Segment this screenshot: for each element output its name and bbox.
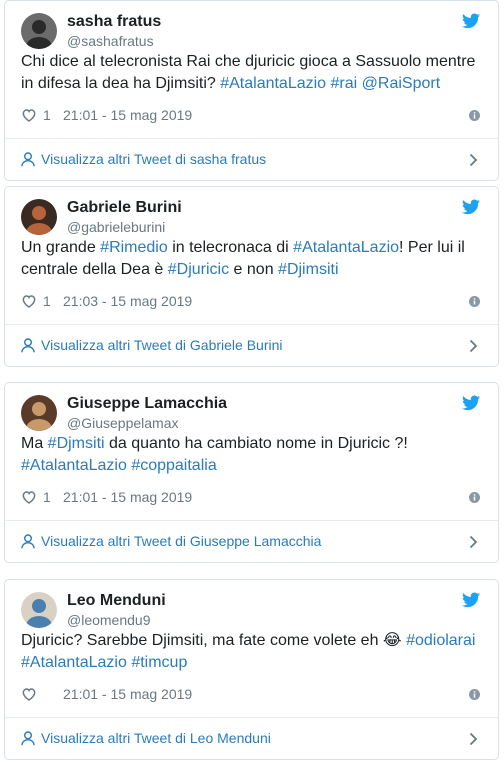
tweet-text-segment: e non (229, 261, 279, 278)
avatar[interactable] (21, 199, 57, 235)
tweet-meta: 1 21:01 - 15 mag 2019 (21, 105, 482, 125)
info-icon[interactable] (469, 296, 480, 307)
info-icon[interactable] (469, 492, 480, 503)
hashtag-link[interactable]: #Djimsiti (278, 261, 338, 278)
like-count[interactable]: 1 (43, 105, 51, 125)
tweet-meta: 1 21:01 - 15 mag 2019 (21, 487, 482, 507)
tweet-card[interactable]: Leo Menduni @leomendu9 Djuricic? Sarebbe… (4, 579, 499, 760)
twitter-bird-icon[interactable] (462, 199, 480, 215)
view-more-tweets-link[interactable]: Visualizza altri Tweet di Giuseppe Lamac… (5, 520, 498, 562)
person-icon (21, 534, 35, 549)
tweet-text: Djuricic? Sarebbe Djimsiti, ma fate come… (21, 630, 482, 674)
avatar[interactable] (21, 13, 57, 49)
tweet-text-segment: in telecronaca di (167, 239, 294, 256)
tweet-meta: 21:01 - 15 mag 2019 (21, 684, 482, 704)
tweet-header: Giuseppe Lamacchia @Giuseppelamax (21, 393, 482, 433)
person-icon (21, 731, 35, 746)
tweet-text: Chi dice al telecronista Rai che djurici… (21, 51, 482, 95)
view-more-tweets-link[interactable]: Visualizza altri Tweet di sasha fratus (5, 138, 498, 180)
author-names[interactable]: Gabriele Burini @gabrieleburini (67, 198, 182, 236)
heart-icon[interactable] (21, 489, 37, 505)
person-icon (21, 338, 35, 353)
display-name[interactable]: Gabriele Burini (67, 198, 182, 218)
tweet-body: Gabriele Burini @gabrieleburini Un grand… (5, 187, 498, 324)
display-name[interactable]: Giuseppe Lamacchia (67, 394, 227, 414)
hashtag-link[interactable]: #Rimedio (100, 239, 168, 256)
tweet-timestamp[interactable]: 21:03 - 15 mag 2019 (63, 291, 192, 311)
hashtag-link[interactable]: #timcup (131, 654, 187, 671)
heart-icon[interactable] (21, 107, 37, 123)
author-names[interactable]: Giuseppe Lamacchia @Giuseppelamax (67, 394, 227, 432)
view-more-tweets-link[interactable]: Visualizza altri Tweet di Leo Menduni (5, 717, 498, 759)
view-more-label[interactable]: Visualizza altri Tweet di sasha fratus (41, 139, 266, 179)
hashtag-link[interactable]: #coppaitalia (131, 457, 216, 474)
tweet-body: Leo Menduni @leomendu9 Djuricic? Sarebbe… (5, 580, 498, 717)
hashtag-link[interactable]: #odiolarai (406, 632, 475, 649)
tweet-meta: 1 21:03 - 15 mag 2019 (21, 291, 482, 311)
info-icon[interactable] (469, 110, 480, 121)
display-name[interactable]: sasha fratus (67, 12, 161, 32)
tweet-header: Leo Menduni @leomendu9 (21, 590, 482, 630)
chevron-right-icon[interactable] (469, 732, 478, 746)
heart-icon[interactable] (21, 686, 37, 702)
view-more-label[interactable]: Visualizza altri Tweet di Gabriele Burin… (41, 325, 283, 365)
like-count[interactable]: 1 (43, 291, 51, 311)
mention-link[interactable]: @RaiSport (362, 75, 441, 92)
user-handle[interactable]: @sashafratus (67, 32, 161, 50)
tweet-header: sasha fratus @sashafratus (21, 11, 482, 51)
hashtag-link[interactable]: #AtalantaLazio (21, 654, 127, 671)
tweet-text: Ma #Djmsiti da quanto ha cambiato nome i… (21, 433, 482, 477)
person-icon (21, 152, 35, 167)
user-handle[interactable]: @leomendu9 (67, 611, 166, 629)
display-name[interactable]: Leo Menduni (67, 591, 166, 611)
hashtag-link[interactable]: #Djmsiti (48, 435, 105, 452)
user-handle[interactable]: @Giuseppelamax (67, 414, 227, 432)
hashtag-link[interactable]: #AtalantaLazio (293, 239, 399, 256)
tweet-body: sasha fratus @sashafratus Chi dice al te… (5, 1, 498, 138)
tweet-text-segment: Djuricic? Sarebbe Djimsiti, ma fate come… (21, 632, 383, 649)
tweet-timestamp[interactable]: 21:01 - 15 mag 2019 (63, 487, 192, 507)
info-icon[interactable] (469, 689, 480, 700)
tweet-body: Giuseppe Lamacchia @Giuseppelamax Ma #Dj… (5, 383, 498, 520)
twitter-bird-icon[interactable] (462, 13, 480, 29)
tweet-text: Un grande #Rimedio in telecronaca di #At… (21, 237, 482, 281)
tweet-text-segment: Un grande (21, 239, 101, 256)
author-names[interactable]: Leo Menduni @leomendu9 (67, 591, 166, 629)
hashtag-link[interactable]: #AtalantaLazio (220, 75, 326, 92)
tweet-card[interactable]: Gabriele Burini @gabrieleburini Un grand… (4, 186, 499, 367)
chevron-right-icon[interactable] (469, 535, 478, 549)
hashtag-link[interactable]: #rai (331, 75, 358, 92)
tweet-header: Gabriele Burini @gabrieleburini (21, 197, 482, 237)
avatar[interactable] (21, 395, 57, 431)
like-count[interactable]: 1 (43, 487, 51, 507)
tweet-card[interactable]: sasha fratus @sashafratus Chi dice al te… (4, 0, 499, 181)
tweet-text-segment: da quanto ha cambiato nome in Djuricic ?… (104, 435, 408, 452)
tweet-text-segment: Ma (21, 435, 48, 452)
twitter-bird-icon[interactable] (462, 395, 480, 411)
hashtag-link[interactable]: #AtalantaLazio (21, 457, 127, 474)
tweet-timestamp[interactable]: 21:01 - 15 mag 2019 (63, 105, 192, 125)
view-more-label[interactable]: Visualizza altri Tweet di Giuseppe Lamac… (41, 521, 321, 561)
heart-icon[interactable] (21, 293, 37, 309)
author-names[interactable]: sasha fratus @sashafratus (67, 12, 161, 50)
view-more-tweets-link[interactable]: Visualizza altri Tweet di Gabriele Burin… (5, 324, 498, 366)
tweet-card[interactable]: Giuseppe Lamacchia @Giuseppelamax Ma #Dj… (4, 382, 499, 563)
avatar[interactable] (21, 592, 57, 628)
hashtag-link[interactable]: #Djuricic (168, 261, 229, 278)
user-handle[interactable]: @gabrieleburini (67, 218, 182, 236)
tweet-timestamp[interactable]: 21:01 - 15 mag 2019 (63, 684, 192, 704)
tweet-text-segment: 😂 (382, 632, 402, 649)
view-more-label[interactable]: Visualizza altri Tweet di Leo Menduni (41, 718, 271, 758)
twitter-bird-icon[interactable] (462, 592, 480, 608)
chevron-right-icon[interactable] (469, 153, 478, 167)
chevron-right-icon[interactable] (469, 339, 478, 353)
